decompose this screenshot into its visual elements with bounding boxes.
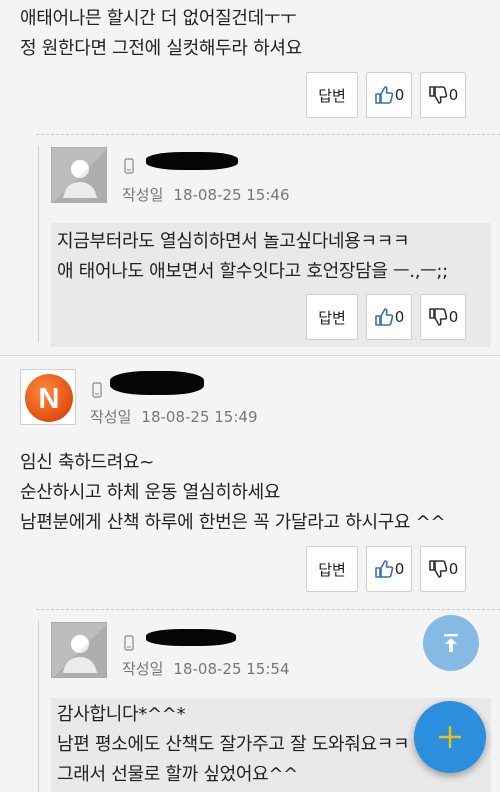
thumbs-down-icon: [428, 560, 447, 578]
date-value: 18-08-25 15:54: [173, 660, 290, 678]
thumbs-up-icon: [374, 308, 393, 326]
dislike-count: 0: [448, 560, 459, 578]
comment-actions: 답변 0 0: [306, 546, 466, 592]
reply-actions: 답변 0 0: [306, 294, 466, 340]
like-count: 0: [394, 560, 405, 578]
mobile-phone-icon: [92, 382, 102, 398]
comment-text-line: 애태어나믄 할시간 더 없어질건데ㅜㅜ: [20, 8, 297, 29]
reply-separator: [36, 134, 500, 135]
comment-text-line: 남편분에게 산책 하루에 한번은 꼭 가달라고 하시구요 ^^: [20, 512, 446, 533]
comment-divider: [0, 355, 500, 356]
avatar: [51, 147, 107, 203]
avatar: N: [20, 369, 76, 425]
plus-icon: [439, 726, 461, 748]
reply-separator: [36, 609, 500, 610]
reply-text-line: 남편 평소에도 산책도 잘가주고 잘 도와줘요ㅋㅋ: [57, 734, 410, 755]
dislike-button[interactable]: 0: [420, 546, 466, 592]
dislike-count: 0: [448, 308, 459, 326]
reply-indent-line: [38, 620, 39, 792]
mobile-phone-icon: [124, 635, 134, 651]
date-value: 18-08-25 15:46: [173, 186, 290, 204]
comment-date: 작성일 18-08-25 15:54: [122, 658, 290, 679]
scroll-top-button[interactable]: [423, 615, 479, 671]
reply-text-line: 감사합니다*^^*: [57, 704, 186, 725]
like-count: 0: [394, 308, 405, 326]
scroll-top-icon: [444, 634, 458, 652]
reply-button[interactable]: 답변: [306, 546, 358, 592]
dislike-button[interactable]: 0: [420, 72, 466, 118]
mobile-phone-icon: [124, 158, 134, 174]
avatar-letter: N: [39, 383, 60, 415]
date-value: 18-08-25 15:49: [141, 408, 258, 426]
date-label: 작성일: [122, 660, 164, 678]
avatar: [51, 622, 107, 678]
reply-indent-line: [38, 146, 39, 342]
add-comment-button[interactable]: [414, 701, 486, 773]
like-button[interactable]: 0: [366, 294, 412, 340]
comment-actions: 답변 0 0: [306, 72, 466, 118]
comment-body: 애태어나믄 할시간 더 없어질건데ㅜㅜ 정 원한다면 그전에 실컷해두라 하셔요: [20, 4, 302, 64]
thumbs-up-icon: [374, 560, 393, 578]
redacted-author: [146, 152, 238, 170]
comment-text-line: 정 원한다면 그전에 실컷해두라 하셔요: [20, 38, 302, 59]
reply-text-line: 그래서 선물로 할까 싶었어요^^: [57, 764, 298, 785]
comment-text-line: 순산하시고 하체 운동 열심히하세요: [20, 482, 281, 503]
reply-text-line: 애 태어나도 애보면서 할수잇다고 호언장담을 ㅡ.,ㅡ;;: [57, 261, 448, 282]
thumbs-up-icon: [374, 86, 393, 104]
date-label: 작성일: [90, 408, 132, 426]
like-button[interactable]: 0: [366, 546, 412, 592]
like-button[interactable]: 0: [366, 72, 412, 118]
dislike-button[interactable]: 0: [420, 294, 466, 340]
comment-date: 작성일 18-08-25 15:46: [122, 184, 290, 205]
thumbs-down-icon: [428, 86, 447, 104]
comment-date: 작성일 18-08-25 15:49: [90, 406, 258, 427]
date-label: 작성일: [122, 186, 164, 204]
dislike-count: 0: [448, 86, 459, 104]
comment-body: 임신 축하드려요~ 순산하시고 하체 운동 열심히하세요 남편분에게 산책 하루…: [20, 448, 446, 538]
thumbs-down-icon: [428, 308, 447, 326]
redacted-author: [146, 629, 236, 646]
reply-text-line: 지금부터라도 열심히하면서 놀고싶다네용ㅋㅋㅋ: [57, 231, 410, 252]
redacted-author: [110, 371, 204, 395]
like-count: 0: [394, 86, 405, 104]
reply-button[interactable]: 답변: [306, 294, 358, 340]
reply-button[interactable]: 답변: [306, 72, 358, 118]
comment-text-line: 임신 축하드려요~: [20, 452, 155, 473]
